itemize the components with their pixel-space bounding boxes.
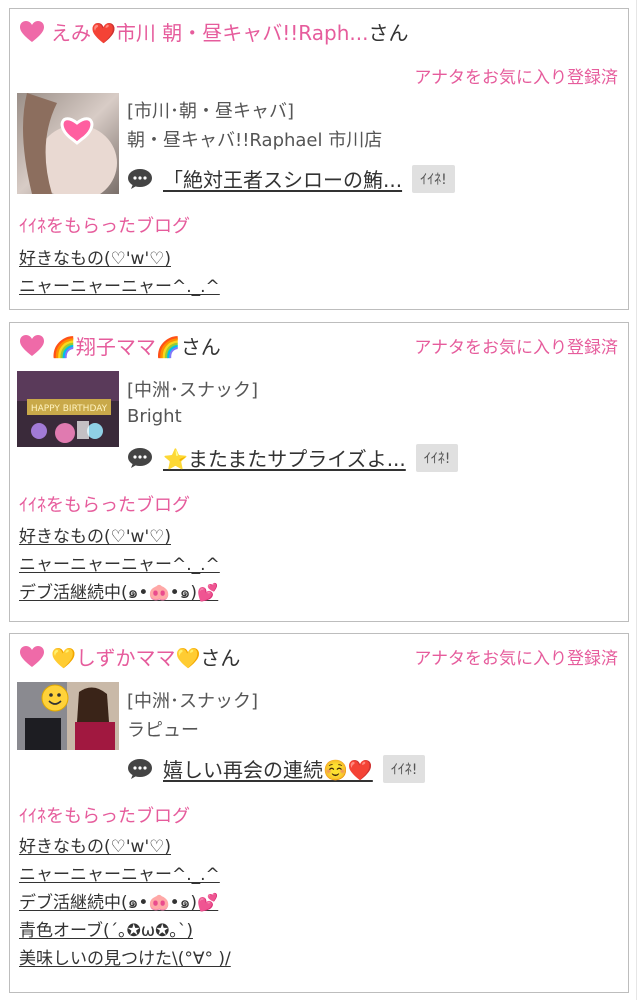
liked-blogs-heading: ｲｲﾈをもらったブログ <box>19 806 190 827</box>
post-row: 「絶対王者スシローの鮪... ｲｲﾈ! <box>127 164 455 193</box>
liked-blogs-list: 好きなもの(♡'w'♡) ニャーニャーニャー^._.^ <box>19 245 220 301</box>
blog-link[interactable]: デブ活継続中(๑•🐽•๑)💕 <box>19 579 220 607</box>
profile-photo[interactable] <box>17 93 119 194</box>
blog-link[interactable]: 青色オーブ(´｡✪ω✪｡`) <box>19 917 231 945</box>
card-header: えみ❤️市川 朝・昼キャバ!!Raph... さん <box>19 17 408 46</box>
post-row: ⭐またまたサプライズよ... ｲｲﾈ! <box>127 443 459 472</box>
iine-button[interactable]: ｲｲﾈ! <box>412 164 455 193</box>
san-suffix: さん <box>180 335 221 359</box>
liked-blogs-list: 好きなもの(♡'w'♡) ニャーニャーニャー^._.^ デブ活継続中(๑•🐽•๑… <box>19 523 220 607</box>
svg-text:HAPPY BIRTHDAY: HAPPY BIRTHDAY <box>31 404 108 414</box>
shop-name[interactable]: 朝・昼キャバ!!Raphael 市川店 <box>127 126 382 152</box>
profile-photo[interactable]: HAPPY BIRTHDAY <box>17 371 119 447</box>
post-title-link[interactable]: 「絶対王者スシローの鮪... <box>163 164 402 193</box>
user-name-link[interactable]: 🌈翔子ママ🌈 <box>51 331 181 360</box>
shop-name[interactable]: Bright <box>127 406 182 427</box>
iine-button[interactable]: ｲｲﾈ! <box>382 754 426 783</box>
san-suffix: さん <box>368 21 409 45</box>
heart-icon <box>20 334 44 356</box>
heart-icon <box>20 645 44 667</box>
san-suffix: さん <box>200 646 241 670</box>
favorite-status: アナタをお気に入り登録済 <box>414 68 618 88</box>
area-label: [中洲･スナック] <box>127 380 259 401</box>
iine-button[interactable]: ｲｲﾈ! <box>415 443 459 472</box>
favorite-status: アナタをお気に入り登録済 <box>414 338 618 358</box>
speech-bubble-icon <box>128 168 152 189</box>
post-title-link[interactable]: 嬉しい再会の連続☺️❤️ <box>163 754 373 783</box>
blog-link[interactable]: ニャーニャーニャー^._.^ <box>19 551 220 579</box>
favorite-user-card: 🌈翔子ママ🌈 さん アナタをお気に入り登録済 HAPPY BIRTHDAY [中… <box>9 322 629 622</box>
favorite-user-card: えみ❤️市川 朝・昼キャバ!!Raph... さん アナタをお気に入り登録済 [… <box>9 8 629 310</box>
card-header: 💛しずかママ💛 さん <box>19 642 240 671</box>
blog-link[interactable]: デブ活継続中(๑•🐽•๑)💕 <box>19 889 231 917</box>
favorite-status: アナタをお気に入り登録済 <box>414 649 618 669</box>
card-header: 🌈翔子ママ🌈 さん <box>19 331 221 360</box>
liked-blogs-heading: ｲｲﾈをもらったブログ <box>19 216 190 237</box>
liked-blogs-list: 好きなもの(♡'w'♡) ニャーニャーニャー^._.^ デブ活継続中(๑•🐽•๑… <box>19 833 231 973</box>
area-label: [市川･朝・昼キャバ] <box>127 101 295 122</box>
favorite-user-card: 💛しずかママ💛 さん アナタをお気に入り登録済 [中洲･スナック] ラピュー 嬉… <box>9 633 629 993</box>
blog-link[interactable]: 好きなもの(♡'w'♡) <box>19 245 220 273</box>
blog-link[interactable]: 好きなもの(♡'w'♡) <box>19 523 220 551</box>
shop-name[interactable]: ラピュー <box>127 716 199 742</box>
speech-bubble-icon <box>128 758 152 779</box>
blog-link[interactable]: ニャーニャーニャー^._.^ <box>19 273 220 301</box>
speech-bubble-icon <box>128 447 152 468</box>
blog-link[interactable]: 好きなもの(♡'w'♡) <box>19 833 231 861</box>
user-name-link[interactable]: 💛しずかママ💛 <box>51 642 200 671</box>
post-row: 嬉しい再会の連続☺️❤️ ｲｲﾈ! <box>127 754 426 783</box>
user-name-link[interactable]: えみ❤️市川 朝・昼キャバ!!Raph... <box>51 17 368 46</box>
profile-photo[interactable] <box>17 682 119 750</box>
blog-link[interactable]: 美味しいの見つけた\(°∀° )/ <box>19 945 231 973</box>
blog-link[interactable]: ニャーニャーニャー^._.^ <box>19 861 231 889</box>
liked-blogs-heading: ｲｲﾈをもらったブログ <box>19 495 190 516</box>
area-label: [中洲･スナック] <box>127 691 259 712</box>
heart-icon <box>20 20 44 42</box>
post-title-link[interactable]: ⭐またまたサプライズよ... <box>163 443 406 472</box>
